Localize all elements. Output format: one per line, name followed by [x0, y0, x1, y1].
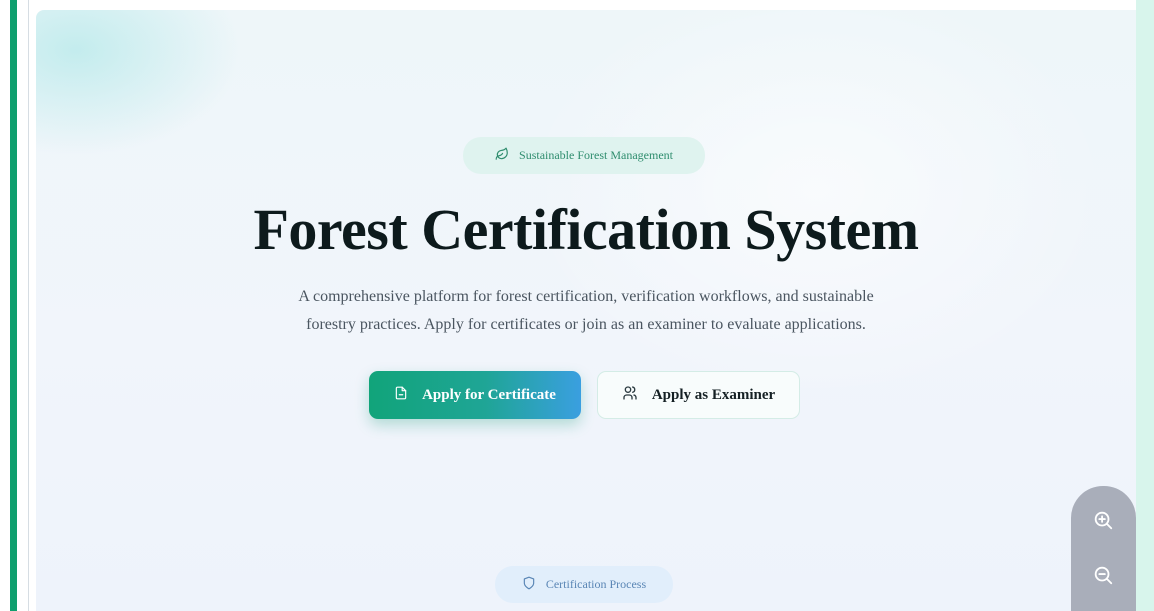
zoom-out-button[interactable] [1083, 557, 1123, 597]
left-accent-bar [10, 0, 17, 611]
sustainable-badge: Sustainable Forest Management [463, 137, 705, 174]
hero-description: A comprehensive platform for forest cert… [236, 283, 936, 339]
apply-certificate-label: Apply for Certificate [422, 386, 556, 403]
zoom-in-button[interactable] [1083, 502, 1123, 542]
zoom-in-icon [1092, 509, 1114, 536]
page-title: Forest Certification System [253, 197, 919, 262]
users-icon [622, 385, 638, 406]
apply-certificate-button[interactable]: Apply for Certificate [369, 371, 581, 419]
description-line-2: forestry practices. Apply for certificat… [306, 316, 866, 333]
document-icon [394, 386, 408, 405]
hero-panel: Sustainable Forest Management Forest Cer… [36, 10, 1136, 611]
certification-process-label: Certification Process [545, 577, 647, 591]
right-scroll-strip [1136, 0, 1154, 611]
leaf-icon [495, 147, 509, 165]
description-line-1: A comprehensive platform for forest cert… [298, 288, 874, 305]
zoom-out-icon [1092, 564, 1114, 591]
certification-process-badge: Certification Process [495, 566, 673, 603]
left-divider [28, 0, 29, 611]
apply-examiner-label: Apply as Examiner [651, 386, 776, 403]
shield-icon [522, 576, 536, 594]
zoom-controls [1071, 486, 1136, 611]
apply-examiner-button[interactable]: Apply as Examiner [597, 371, 800, 419]
badge-label: Sustainable Forest Management [519, 148, 673, 162]
